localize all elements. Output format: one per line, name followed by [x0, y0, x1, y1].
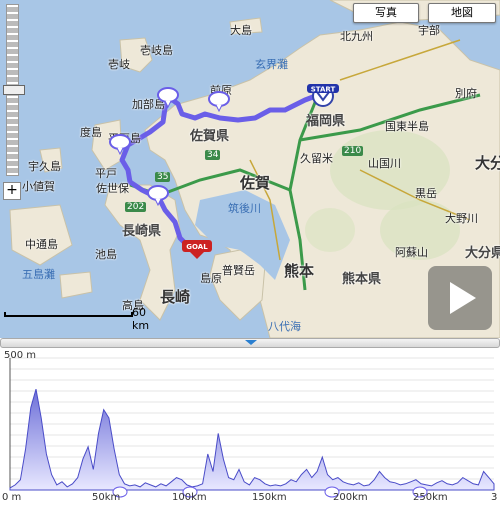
- city-label: 熊本: [284, 262, 315, 280]
- prefecture-label: 福岡県: [306, 114, 346, 129]
- map-canvas: [0, 0, 500, 338]
- prefecture-label: 大分県: [465, 246, 500, 261]
- elevation-profile: 500 m 0 m 50km 100km 150km 200km 250km 3: [0, 348, 500, 510]
- prefecture-label: 熊本県: [342, 272, 382, 287]
- place-label: 山国川: [368, 157, 401, 170]
- place-label: 国東半島: [385, 120, 429, 133]
- place-label: 宇部: [418, 24, 440, 37]
- elevation-x-tick: 50km: [92, 492, 121, 503]
- waypoint-marker[interactable]: [108, 133, 134, 155]
- sea-label: 五島灘: [22, 268, 55, 281]
- map-view[interactable]: 大島 壱岐島 壱岐 加部島 度島 平戸島 宇久島 小値賀 平戸 佐世保 中通島 …: [0, 0, 500, 338]
- place-label: 壱岐島: [140, 44, 173, 57]
- sea-label: 筑後川: [228, 202, 261, 215]
- place-label: 壱岐: [108, 58, 130, 71]
- place-label: 中通島: [25, 238, 58, 251]
- place-label: 阿蘇山: [395, 246, 428, 259]
- place-label: 平戸: [95, 167, 117, 180]
- road-shield: 34: [205, 150, 221, 160]
- play-button[interactable]: [428, 266, 492, 330]
- elevation-chart: [9, 357, 495, 498]
- place-label: 黒岳: [415, 187, 437, 200]
- elevation-x-tick: 3: [491, 492, 498, 503]
- sea-label: 玄界灘: [255, 58, 288, 71]
- city-label: 大分: [475, 154, 500, 172]
- zoom-in-button[interactable]: +: [3, 182, 21, 200]
- road-shield: 35: [155, 172, 171, 182]
- place-label: 大野川: [445, 212, 478, 225]
- place-label: 別府: [455, 87, 477, 100]
- start-marker[interactable]: START: [305, 82, 341, 110]
- waypoint-marker[interactable]: [146, 184, 172, 206]
- elevation-x-tick: 250km: [413, 492, 448, 503]
- waypoint-marker[interactable]: [207, 90, 233, 112]
- zoom-slider-handle[interactable]: [3, 85, 25, 95]
- place-label: 佐世保: [96, 182, 129, 195]
- elevation-x-tick: 0 m: [2, 492, 22, 503]
- elevation-area: [9, 388, 495, 491]
- place-label: 小値賀: [22, 180, 55, 193]
- waypoint-marker[interactable]: [156, 86, 182, 108]
- city-label: 佐賀: [240, 174, 271, 192]
- elevation-x-tick: 150km: [252, 492, 287, 503]
- place-label: 久留米: [300, 152, 333, 165]
- goal-marker[interactable]: GOAL: [180, 238, 216, 260]
- map-view-button[interactable]: 地図: [428, 3, 496, 23]
- place-label: 宇久島: [28, 160, 61, 173]
- place-label: 北九州: [340, 30, 373, 43]
- zoom-control: +: [3, 0, 25, 204]
- elevation-x-tick: 200km: [333, 492, 368, 503]
- place-label: 島原: [200, 272, 222, 285]
- prefecture-label: 長崎県: [122, 224, 162, 239]
- place-label: 大島: [230, 24, 252, 37]
- panel-resize-handle[interactable]: [0, 338, 500, 348]
- goal-label: GOAL: [186, 243, 208, 251]
- elevation-x-tick: 100km: [172, 492, 207, 503]
- city-label: 長崎: [160, 288, 191, 306]
- start-label: START: [311, 86, 336, 94]
- prefecture-label: 佐賀県: [190, 129, 230, 144]
- scale-label: 60 km: [132, 306, 150, 332]
- sea-label: 八代海: [268, 320, 301, 333]
- road-shield: 202: [125, 202, 147, 212]
- photo-view-button[interactable]: 写真: [353, 3, 419, 23]
- elevation-y-label: 500 m: [4, 350, 37, 361]
- road-shield: 210: [342, 146, 364, 156]
- place-label: 池島: [95, 248, 117, 261]
- place-label: 普賢岳: [222, 264, 255, 277]
- place-label: 度島: [80, 126, 102, 139]
